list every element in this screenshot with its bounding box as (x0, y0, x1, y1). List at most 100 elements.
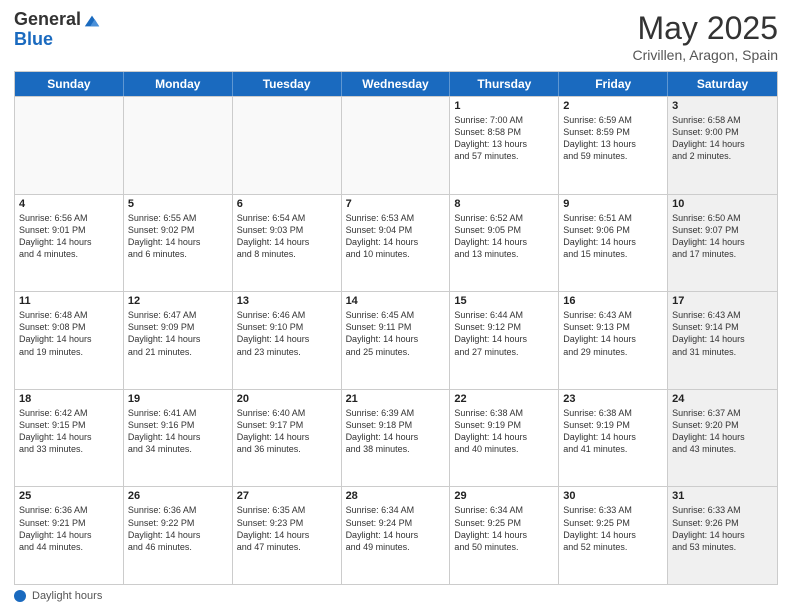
day-header-monday: Monday (124, 72, 233, 96)
day-number: 11 (19, 295, 119, 307)
day-header-sunday: Sunday (15, 72, 124, 96)
day-cell: 17 Sunrise: 6:43 AM Sunset: 9:14 PM Dayli… (668, 292, 777, 389)
day-cell: 28 Sunrise: 6:34 AM Sunset: 9:24 PM Dayli… (342, 487, 451, 584)
day-cell: 15Sunrise: 6:44 AM Sunset: 9:12 PM Dayli… (450, 292, 559, 389)
day-cell (15, 97, 124, 194)
location: Crivillen, Aragon, Spain (632, 47, 778, 63)
daylight-icon (14, 590, 26, 602)
logo-icon (83, 12, 101, 30)
day-number: 5 (128, 198, 228, 210)
week-row-5: 25 Sunrise: 6:36 AM Sunset: 9:21 PM Dayli… (15, 486, 777, 584)
day-headers: SundayMondayTuesdayWednesdayThursdayFrid… (15, 72, 777, 96)
day-info: Sunrise: 6:42 AM Sunset: 9:15 PM Dayligh… (19, 407, 119, 456)
day-number: 22 (454, 393, 554, 405)
day-number: 29 (454, 490, 554, 502)
logo-blue: Blue (14, 30, 101, 50)
calendar-body: 1 Sunrise: 7:00 AM Sunset: 8:58 PM Daylig… (15, 96, 777, 584)
day-cell: 30 Sunrise: 6:33 AM Sunset: 9:25 PM Dayli… (559, 487, 668, 584)
day-number: 13 (237, 295, 337, 307)
day-cell: 14 Sunrise: 6:45 AM Sunset: 9:11 PM Dayli… (342, 292, 451, 389)
day-header-thursday: Thursday (450, 72, 559, 96)
day-number: 19 (128, 393, 228, 405)
day-header-wednesday: Wednesday (342, 72, 451, 96)
day-number: 2 (563, 100, 663, 112)
day-cell: 20 Sunrise: 6:40 AM Sunset: 9:17 PM Dayli… (233, 390, 342, 487)
calendar: SundayMondayTuesdayWednesdayThursdayFrid… (14, 71, 778, 585)
day-number: 3 (672, 100, 773, 112)
day-header-tuesday: Tuesday (233, 72, 342, 96)
day-cell (124, 97, 233, 194)
day-number: 7 (346, 198, 446, 210)
day-number: 30 (563, 490, 663, 502)
day-number: 9 (563, 198, 663, 210)
week-row-2: 4Sunrise: 6:56 AM Sunset: 9:01 PM Daylig… (15, 194, 777, 292)
day-cell: 31 Sunrise: 6:33 AM Sunset: 9:26 PM Dayli… (668, 487, 777, 584)
day-info: Sunrise: 6:34 AM Sunset: 9:24 PM Dayligh… (346, 504, 446, 553)
footer-label: Daylight hours (32, 590, 102, 602)
day-info: Sunrise: 6:40 AM Sunset: 9:17 PM Dayligh… (237, 407, 337, 456)
day-info: Sunrise: 6:36 AM Sunset: 9:21 PM Dayligh… (19, 504, 119, 553)
day-info: Sunrise: 6:59 AM Sunset: 8:59 PM Dayligh… (563, 114, 663, 163)
day-cell: 25 Sunrise: 6:36 AM Sunset: 9:21 PM Dayli… (15, 487, 124, 584)
day-number: 1 (454, 100, 554, 112)
day-number: 21 (346, 393, 446, 405)
day-info: Sunrise: 6:48 AM Sunset: 9:08 PM Dayligh… (19, 309, 119, 358)
header: General Blue May 2025 Crivillen, Aragon,… (14, 10, 778, 63)
day-cell: 9 Sunrise: 6:51 AM Sunset: 9:06 PM Daylig… (559, 195, 668, 292)
week-row-3: 11 Sunrise: 6:48 AM Sunset: 9:08 PM Dayli… (15, 291, 777, 389)
day-number: 23 (563, 393, 663, 405)
day-cell: 2 Sunrise: 6:59 AM Sunset: 8:59 PM Daylig… (559, 97, 668, 194)
footer: Daylight hours (14, 590, 778, 602)
day-number: 27 (237, 490, 337, 502)
day-info: Sunrise: 6:47 AM Sunset: 9:09 PM Dayligh… (128, 309, 228, 358)
day-info: Sunrise: 6:45 AM Sunset: 9:11 PM Dayligh… (346, 309, 446, 358)
day-info: Sunrise: 6:51 AM Sunset: 9:06 PM Dayligh… (563, 212, 663, 261)
day-cell: 12 Sunrise: 6:47 AM Sunset: 9:09 PM Dayli… (124, 292, 233, 389)
day-cell: 3 Sunrise: 6:58 AM Sunset: 9:00 PM Daylig… (668, 97, 777, 194)
day-number: 10 (672, 198, 773, 210)
day-info: Sunrise: 6:33 AM Sunset: 9:26 PM Dayligh… (672, 504, 773, 553)
month-title: May 2025 (632, 10, 778, 47)
day-cell: 6Sunrise: 6:54 AM Sunset: 9:03 PM Daylig… (233, 195, 342, 292)
day-info: Sunrise: 6:34 AM Sunset: 9:25 PM Dayligh… (454, 504, 554, 553)
day-info: Sunrise: 6:55 AM Sunset: 9:02 PM Dayligh… (128, 212, 228, 261)
day-header-saturday: Saturday (668, 72, 777, 96)
day-number: 24 (672, 393, 773, 405)
day-cell: 16Sunrise: 6:43 AM Sunset: 9:13 PM Dayli… (559, 292, 668, 389)
day-info: Sunrise: 6:46 AM Sunset: 9:10 PM Dayligh… (237, 309, 337, 358)
week-row-1: 1 Sunrise: 7:00 AM Sunset: 8:58 PM Daylig… (15, 96, 777, 194)
day-number: 20 (237, 393, 337, 405)
day-cell: 22 Sunrise: 6:38 AM Sunset: 9:19 PM Dayli… (450, 390, 559, 487)
day-info: Sunrise: 6:54 AM Sunset: 9:03 PM Dayligh… (237, 212, 337, 261)
day-cell: 5 Sunrise: 6:55 AM Sunset: 9:02 PM Daylig… (124, 195, 233, 292)
day-number: 26 (128, 490, 228, 502)
day-number: 12 (128, 295, 228, 307)
page: General Blue May 2025 Crivillen, Aragon,… (0, 0, 792, 612)
day-info: Sunrise: 6:39 AM Sunset: 9:18 PM Dayligh… (346, 407, 446, 456)
day-number: 25 (19, 490, 119, 502)
day-cell: 21 Sunrise: 6:39 AM Sunset: 9:18 PM Dayli… (342, 390, 451, 487)
day-number: 17 (672, 295, 773, 307)
day-info: Sunrise: 6:53 AM Sunset: 9:04 PM Dayligh… (346, 212, 446, 261)
day-info: Sunrise: 6:58 AM Sunset: 9:00 PM Dayligh… (672, 114, 773, 163)
day-number: 14 (346, 295, 446, 307)
day-info: Sunrise: 7:00 AM Sunset: 8:58 PM Dayligh… (454, 114, 554, 163)
day-cell (233, 97, 342, 194)
day-cell: 24Sunrise: 6:37 AM Sunset: 9:20 PM Dayli… (668, 390, 777, 487)
day-info: Sunrise: 6:43 AM Sunset: 9:14 PM Dayligh… (672, 309, 773, 358)
day-cell: 4Sunrise: 6:56 AM Sunset: 9:01 PM Daylig… (15, 195, 124, 292)
day-cell: 13 Sunrise: 6:46 AM Sunset: 9:10 PM Dayli… (233, 292, 342, 389)
day-info: Sunrise: 6:44 AM Sunset: 9:12 PM Dayligh… (454, 309, 554, 358)
day-number: 31 (672, 490, 773, 502)
day-cell (342, 97, 451, 194)
day-cell: 23Sunrise: 6:38 AM Sunset: 9:19 PM Dayli… (559, 390, 668, 487)
day-number: 4 (19, 198, 119, 210)
day-number: 28 (346, 490, 446, 502)
day-info: Sunrise: 6:38 AM Sunset: 9:19 PM Dayligh… (454, 407, 554, 456)
day-info: Sunrise: 6:33 AM Sunset: 9:25 PM Dayligh… (563, 504, 663, 553)
day-number: 18 (19, 393, 119, 405)
day-cell: 11 Sunrise: 6:48 AM Sunset: 9:08 PM Dayli… (15, 292, 124, 389)
day-cell: 8Sunrise: 6:52 AM Sunset: 9:05 PM Daylig… (450, 195, 559, 292)
day-info: Sunrise: 6:52 AM Sunset: 9:05 PM Dayligh… (454, 212, 554, 261)
day-cell: 26Sunrise: 6:36 AM Sunset: 9:22 PM Dayli… (124, 487, 233, 584)
